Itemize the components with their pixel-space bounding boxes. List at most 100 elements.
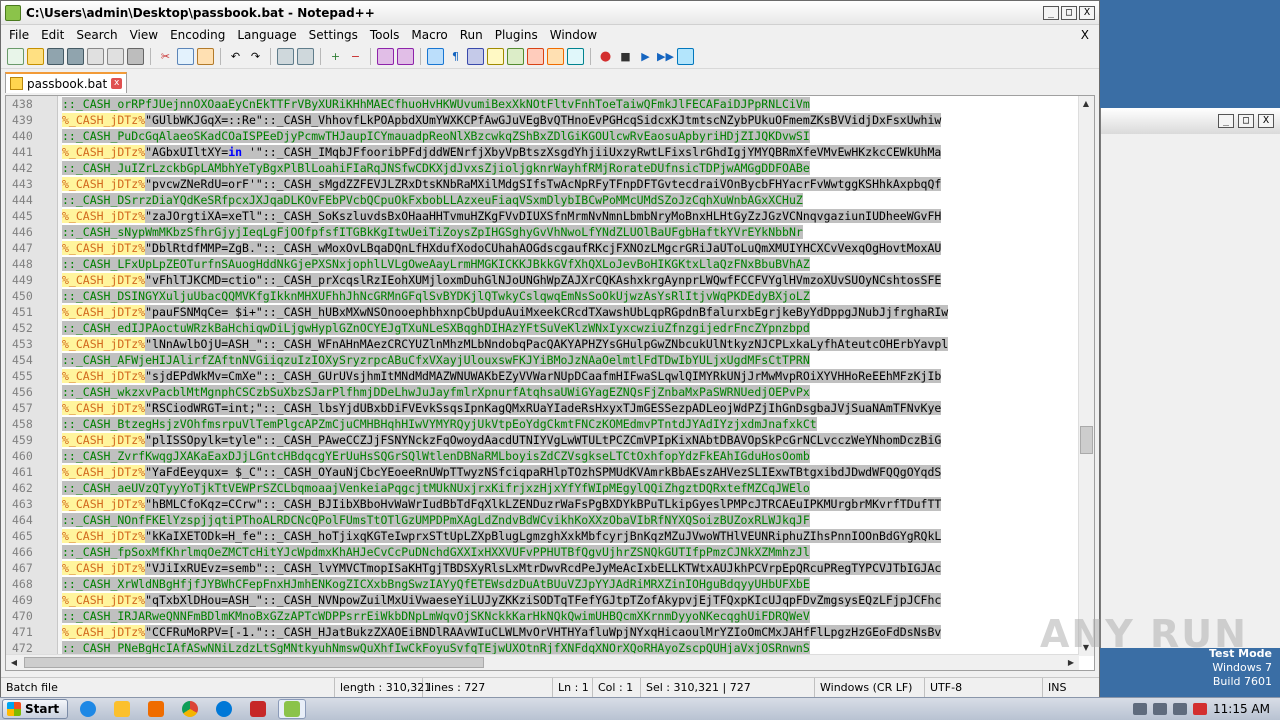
taskbar-media-player-icon[interactable] xyxy=(142,699,170,719)
save-icon[interactable] xyxy=(47,47,64,65)
sync-vertical-icon[interactable] xyxy=(377,47,394,65)
menu-view[interactable]: View xyxy=(124,28,164,42)
code-token: "DblRtdfMMP=ZgB."::_CASH_wMoxOvLBqaDQnLf… xyxy=(145,241,942,255)
menu-plugins[interactable]: Plugins xyxy=(489,28,544,42)
menu-file[interactable]: File xyxy=(3,28,35,42)
tab-passbook-bat[interactable]: passbook.bat x xyxy=(5,72,128,93)
paste-icon[interactable] xyxy=(197,47,214,65)
line-code: %_CASH_jDTz%"zaJOrgtiXA=xeTl"::_CASH_SoK… xyxy=(58,208,1079,224)
indent-guide-icon[interactable] xyxy=(467,47,484,65)
line-number: 460 xyxy=(12,449,33,463)
status-eol[interactable]: Windows (CR LF) xyxy=(815,678,925,697)
maximize-button[interactable]: □ xyxy=(1061,5,1077,20)
notepadpp-app-icon xyxy=(5,4,21,21)
start-button[interactable]: Start xyxy=(2,699,69,719)
play-macro-icon[interactable]: ▶ xyxy=(637,48,654,65)
zoom-in-icon[interactable]: + xyxy=(327,48,344,65)
run-macro-multiple-icon[interactable]: ▶▶ xyxy=(657,48,674,65)
save-macro-icon[interactable] xyxy=(677,47,694,65)
print-icon[interactable] xyxy=(127,47,144,65)
code-token: "GUlbWKJGqX=::Re"::_CASH_VhhovfLkPOApbdX… xyxy=(145,113,942,127)
cut-icon[interactable]: ✂ xyxy=(157,48,174,65)
background-window[interactable]: _ □ X xyxy=(1100,108,1280,648)
horizontal-scroll-thumb[interactable] xyxy=(24,657,484,668)
editor-line: 450::_CASH_DSINGYXuljuUbacQQMVKfgIkknMHX… xyxy=(6,288,1079,304)
line-number: 455 xyxy=(12,369,33,383)
bg-maximize-button[interactable]: □ xyxy=(1238,114,1254,128)
record-macro-icon[interactable]: ● xyxy=(597,48,614,65)
tab-close-icon[interactable]: x xyxy=(111,78,123,89)
taskbar-ie-icon[interactable] xyxy=(74,699,102,719)
taskbar-chrome-icon[interactable] xyxy=(176,699,204,719)
editor-line: 464::_CASH_NOnfFKElYzspjjqtiPThoALRDCNcQ… xyxy=(6,512,1079,528)
background-window-titlebar[interactable]: _ □ X xyxy=(1101,108,1280,134)
menu-encoding[interactable]: Encoding xyxy=(164,28,231,42)
selected-text: ::_CASH_aeUVzQTyyYoTjkTtVEWPrSZCLbqmoaaj… xyxy=(62,481,810,495)
undo-icon[interactable]: ↶ xyxy=(227,48,244,65)
clock[interactable]: 11:15 AM xyxy=(1213,702,1270,716)
status-filetype: Batch file xyxy=(1,678,335,697)
scroll-right-icon[interactable]: ▶ xyxy=(1064,656,1078,670)
tray-volume-icon[interactable] xyxy=(1173,703,1188,715)
user-language-icon[interactable] xyxy=(487,47,504,65)
close-all-icon[interactable] xyxy=(107,47,124,65)
menu-tools[interactable]: Tools xyxy=(364,28,406,42)
code-token: "hBMLCfoKqz=CCrw"::_CASH_BJIibXBboHvWaWr… xyxy=(145,497,942,511)
replace-icon[interactable] xyxy=(297,47,314,65)
line-number: 459 xyxy=(12,433,33,447)
word-wrap-icon[interactable] xyxy=(427,47,444,65)
close-button[interactable]: X xyxy=(1079,5,1095,20)
redo-icon[interactable]: ↷ xyxy=(247,48,264,65)
show-all-chars-icon[interactable]: ¶ xyxy=(447,48,464,65)
editor-line: 454::_CASH_AFWjeHIJAlirfZAftnNVGiiqzuIzI… xyxy=(6,352,1079,368)
stop-macro-icon[interactable]: ■ xyxy=(617,48,634,65)
find-icon[interactable] xyxy=(277,47,294,65)
open-file-icon[interactable] xyxy=(27,47,44,65)
menu-settings[interactable]: Settings xyxy=(303,28,364,42)
taskbar-explorer-icon[interactable] xyxy=(108,699,136,719)
minimize-button[interactable]: _ xyxy=(1043,5,1059,20)
vertical-scroll-thumb[interactable] xyxy=(1080,426,1093,454)
close-document-button[interactable]: X xyxy=(1075,28,1099,42)
sync-horizontal-icon[interactable] xyxy=(397,47,414,65)
line-code: ::_CASH_XrWldNBgHfjfJYBWhCFepFnxHJmhENKo… xyxy=(58,576,1079,592)
taskbar-notepadpp-icon[interactable] xyxy=(278,699,307,719)
line-code: %_CASH_jDTz%"lNnAwlbOjU=ASH_"::_CASH_WFn… xyxy=(58,336,1079,352)
line-number: 444 xyxy=(12,193,33,207)
tray-flag-icon[interactable] xyxy=(1133,703,1148,715)
monitoring-icon[interactable] xyxy=(567,47,584,65)
doc-map-icon[interactable] xyxy=(507,47,524,65)
folder-workspace-icon[interactable] xyxy=(547,47,564,65)
zoom-out-icon[interactable]: − xyxy=(347,48,364,65)
bg-minimize-button[interactable]: _ xyxy=(1218,114,1234,128)
menu-run[interactable]: Run xyxy=(454,28,489,42)
line-code: ::_CASH_BtzegHsjzVOhfmsrpuVlTemPlgcAPZmC… xyxy=(58,416,1079,432)
title-bar[interactable]: C:\Users\admin\Desktop\passbook.bat - No… xyxy=(1,1,1099,25)
scroll-left-icon[interactable]: ◀ xyxy=(7,656,21,670)
tray-stop-icon[interactable] xyxy=(1193,703,1208,715)
menu-language[interactable]: Language xyxy=(231,28,302,42)
selected-text: ::_CASH_XrWldNBgHfjfJYBWhCFepFnxHJmhENKo… xyxy=(62,577,810,591)
tray-network-icon[interactable] xyxy=(1153,703,1168,715)
scroll-up-icon[interactable]: ▲ xyxy=(1079,97,1093,111)
menu-window[interactable]: Window xyxy=(544,28,603,42)
menu-search[interactable]: Search xyxy=(70,28,123,42)
menu-edit[interactable]: Edit xyxy=(35,28,70,42)
function-list-icon[interactable] xyxy=(527,47,544,65)
horizontal-scrollbar[interactable]: ◀ ▶ xyxy=(6,654,1079,670)
menu-macro[interactable]: Macro xyxy=(405,28,453,42)
taskbar-app-icon[interactable] xyxy=(244,699,272,719)
code-token: %_CASH_jDTz% xyxy=(62,593,146,607)
save-all-icon[interactable] xyxy=(67,47,84,65)
selected-text: %_CASH_jDTz%"hBMLCfoKqz=CCrw"::_CASH_BJI… xyxy=(62,497,942,511)
bg-close-button[interactable]: X xyxy=(1258,114,1274,128)
vertical-scrollbar[interactable]: ▲ ▼ xyxy=(1078,96,1094,656)
line-code: %_CASH_jDTz%"GUlbWKJGqX=::Re"::_CASH_Vhh… xyxy=(58,112,1079,128)
text-editor[interactable]: 438::_CASH_orRPfJUejnnOXOaaEyCnEkTTFrVBy… xyxy=(5,95,1095,671)
taskbar-edge-icon[interactable] xyxy=(210,699,238,719)
status-encoding[interactable]: UTF-8 xyxy=(925,678,1043,697)
copy-icon[interactable] xyxy=(177,47,194,65)
new-file-icon[interactable] xyxy=(7,47,24,65)
code-token: "kKaIXETODk=H_fe"::_CASH_hoTjixqKGTeIwpr… xyxy=(145,529,942,543)
close-file-icon[interactable] xyxy=(87,47,104,65)
